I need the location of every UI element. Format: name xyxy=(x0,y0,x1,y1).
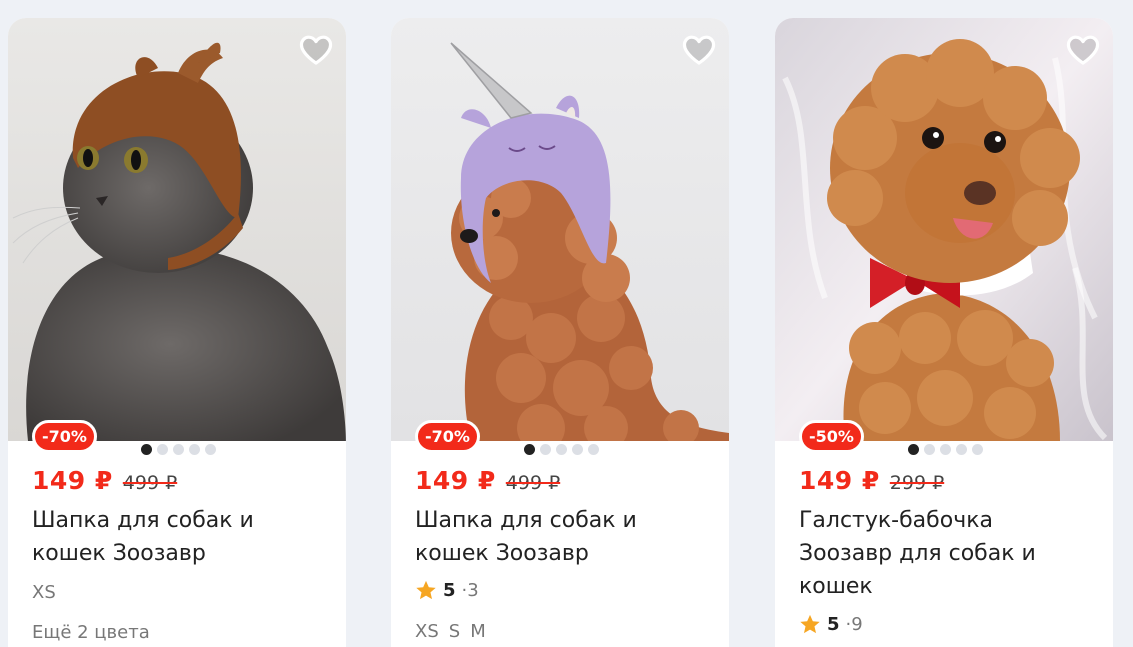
more-colors-link[interactable]: Ещё 2 цвета xyxy=(32,622,150,643)
gallery-dot[interactable] xyxy=(972,444,983,455)
gallery-dot[interactable] xyxy=(588,444,599,455)
discount-badge: -70% xyxy=(32,420,97,453)
heart-outline-icon xyxy=(299,35,333,65)
product-title[interactable]: Галстук-бабочка Зоозавр для собак и коше… xyxy=(799,504,1099,603)
old-price: 499 ₽ xyxy=(122,472,178,494)
gallery-dots[interactable] xyxy=(141,444,216,455)
star-icon xyxy=(416,580,436,600)
product-title-line: Зоозавр для собак и xyxy=(799,541,1036,566)
product-title-line: кошек Зоозавр xyxy=(415,541,589,566)
size-list: XS S M xyxy=(415,621,486,642)
product-photo-poodle-unicorn[interactable] xyxy=(391,18,729,441)
gallery-dot[interactable] xyxy=(924,444,935,455)
gallery-dot[interactable] xyxy=(540,444,551,455)
current-price: 149 ₽ xyxy=(799,466,880,495)
current-price: 149 ₽ xyxy=(415,466,496,495)
product-title-line: Шапка для собак и xyxy=(415,508,637,533)
product-card[interactable]: -70% 149 ₽ 499 ₽ Шапка для собак и кошек… xyxy=(8,18,346,647)
product-card[interactable]: -70% 149 ₽ 499 ₽ Шапка для собак и кошек… xyxy=(391,18,729,647)
rating-value: 5 xyxy=(827,614,840,635)
gallery-dot[interactable] xyxy=(556,444,567,455)
size-option: XS xyxy=(415,621,439,642)
star-icon xyxy=(800,614,820,634)
gallery-dot[interactable] xyxy=(956,444,967,455)
rating-value: 5 xyxy=(443,580,456,601)
old-price: 499 ₽ xyxy=(505,472,561,494)
favorite-button[interactable] xyxy=(296,30,336,70)
gallery-dot[interactable] xyxy=(908,444,919,455)
gallery-dot[interactable] xyxy=(205,444,216,455)
review-count: 3 xyxy=(467,580,479,601)
product-title-line: кошек Зоозавр xyxy=(32,541,206,566)
rating: 5 ·3 xyxy=(415,580,479,601)
price-block: 149 ₽ 499 ₽ xyxy=(32,466,177,495)
current-price: 149 ₽ xyxy=(32,466,113,495)
price-block: 149 ₽ 299 ₽ xyxy=(799,466,944,495)
product-title[interactable]: Шапка для собак и кошек Зоозавр xyxy=(415,504,715,570)
rating: 5 ·9 xyxy=(799,614,863,635)
product-photo-cat[interactable] xyxy=(8,18,346,441)
heart-outline-icon xyxy=(1066,35,1100,65)
product-title-line: Шапка для собак и xyxy=(32,508,254,533)
heart-outline-icon xyxy=(682,35,716,65)
favorite-button[interactable] xyxy=(1063,30,1103,70)
gallery-dot[interactable] xyxy=(572,444,583,455)
favorite-button[interactable] xyxy=(679,30,719,70)
review-count: 9 xyxy=(851,614,863,635)
product-title[interactable]: Шапка для собак и кошек Зоозавр xyxy=(32,504,332,570)
gallery-dot[interactable] xyxy=(173,444,184,455)
gallery-dot[interactable] xyxy=(524,444,535,455)
product-photo-poodle-bowtie[interactable] xyxy=(775,18,1113,441)
product-title-line: Галстук-бабочка xyxy=(799,508,993,533)
size-label: XS xyxy=(32,582,56,603)
gallery-dots[interactable] xyxy=(908,444,983,455)
discount-badge: -50% xyxy=(799,420,864,453)
size-option: S xyxy=(448,621,461,642)
old-price: 299 ₽ xyxy=(889,472,945,494)
gallery-dots[interactable] xyxy=(524,444,599,455)
gallery-dot[interactable] xyxy=(157,444,168,455)
gallery-dot[interactable] xyxy=(141,444,152,455)
price-block: 149 ₽ 499 ₽ xyxy=(415,466,560,495)
discount-badge: -70% xyxy=(415,420,480,453)
gallery-dot[interactable] xyxy=(189,444,200,455)
product-title-line: кошек xyxy=(799,574,873,599)
product-card[interactable]: -50% 149 ₽ 299 ₽ Галстук-бабочка Зоозавр… xyxy=(775,18,1113,647)
size-option: M xyxy=(470,621,486,642)
gallery-dot[interactable] xyxy=(940,444,951,455)
